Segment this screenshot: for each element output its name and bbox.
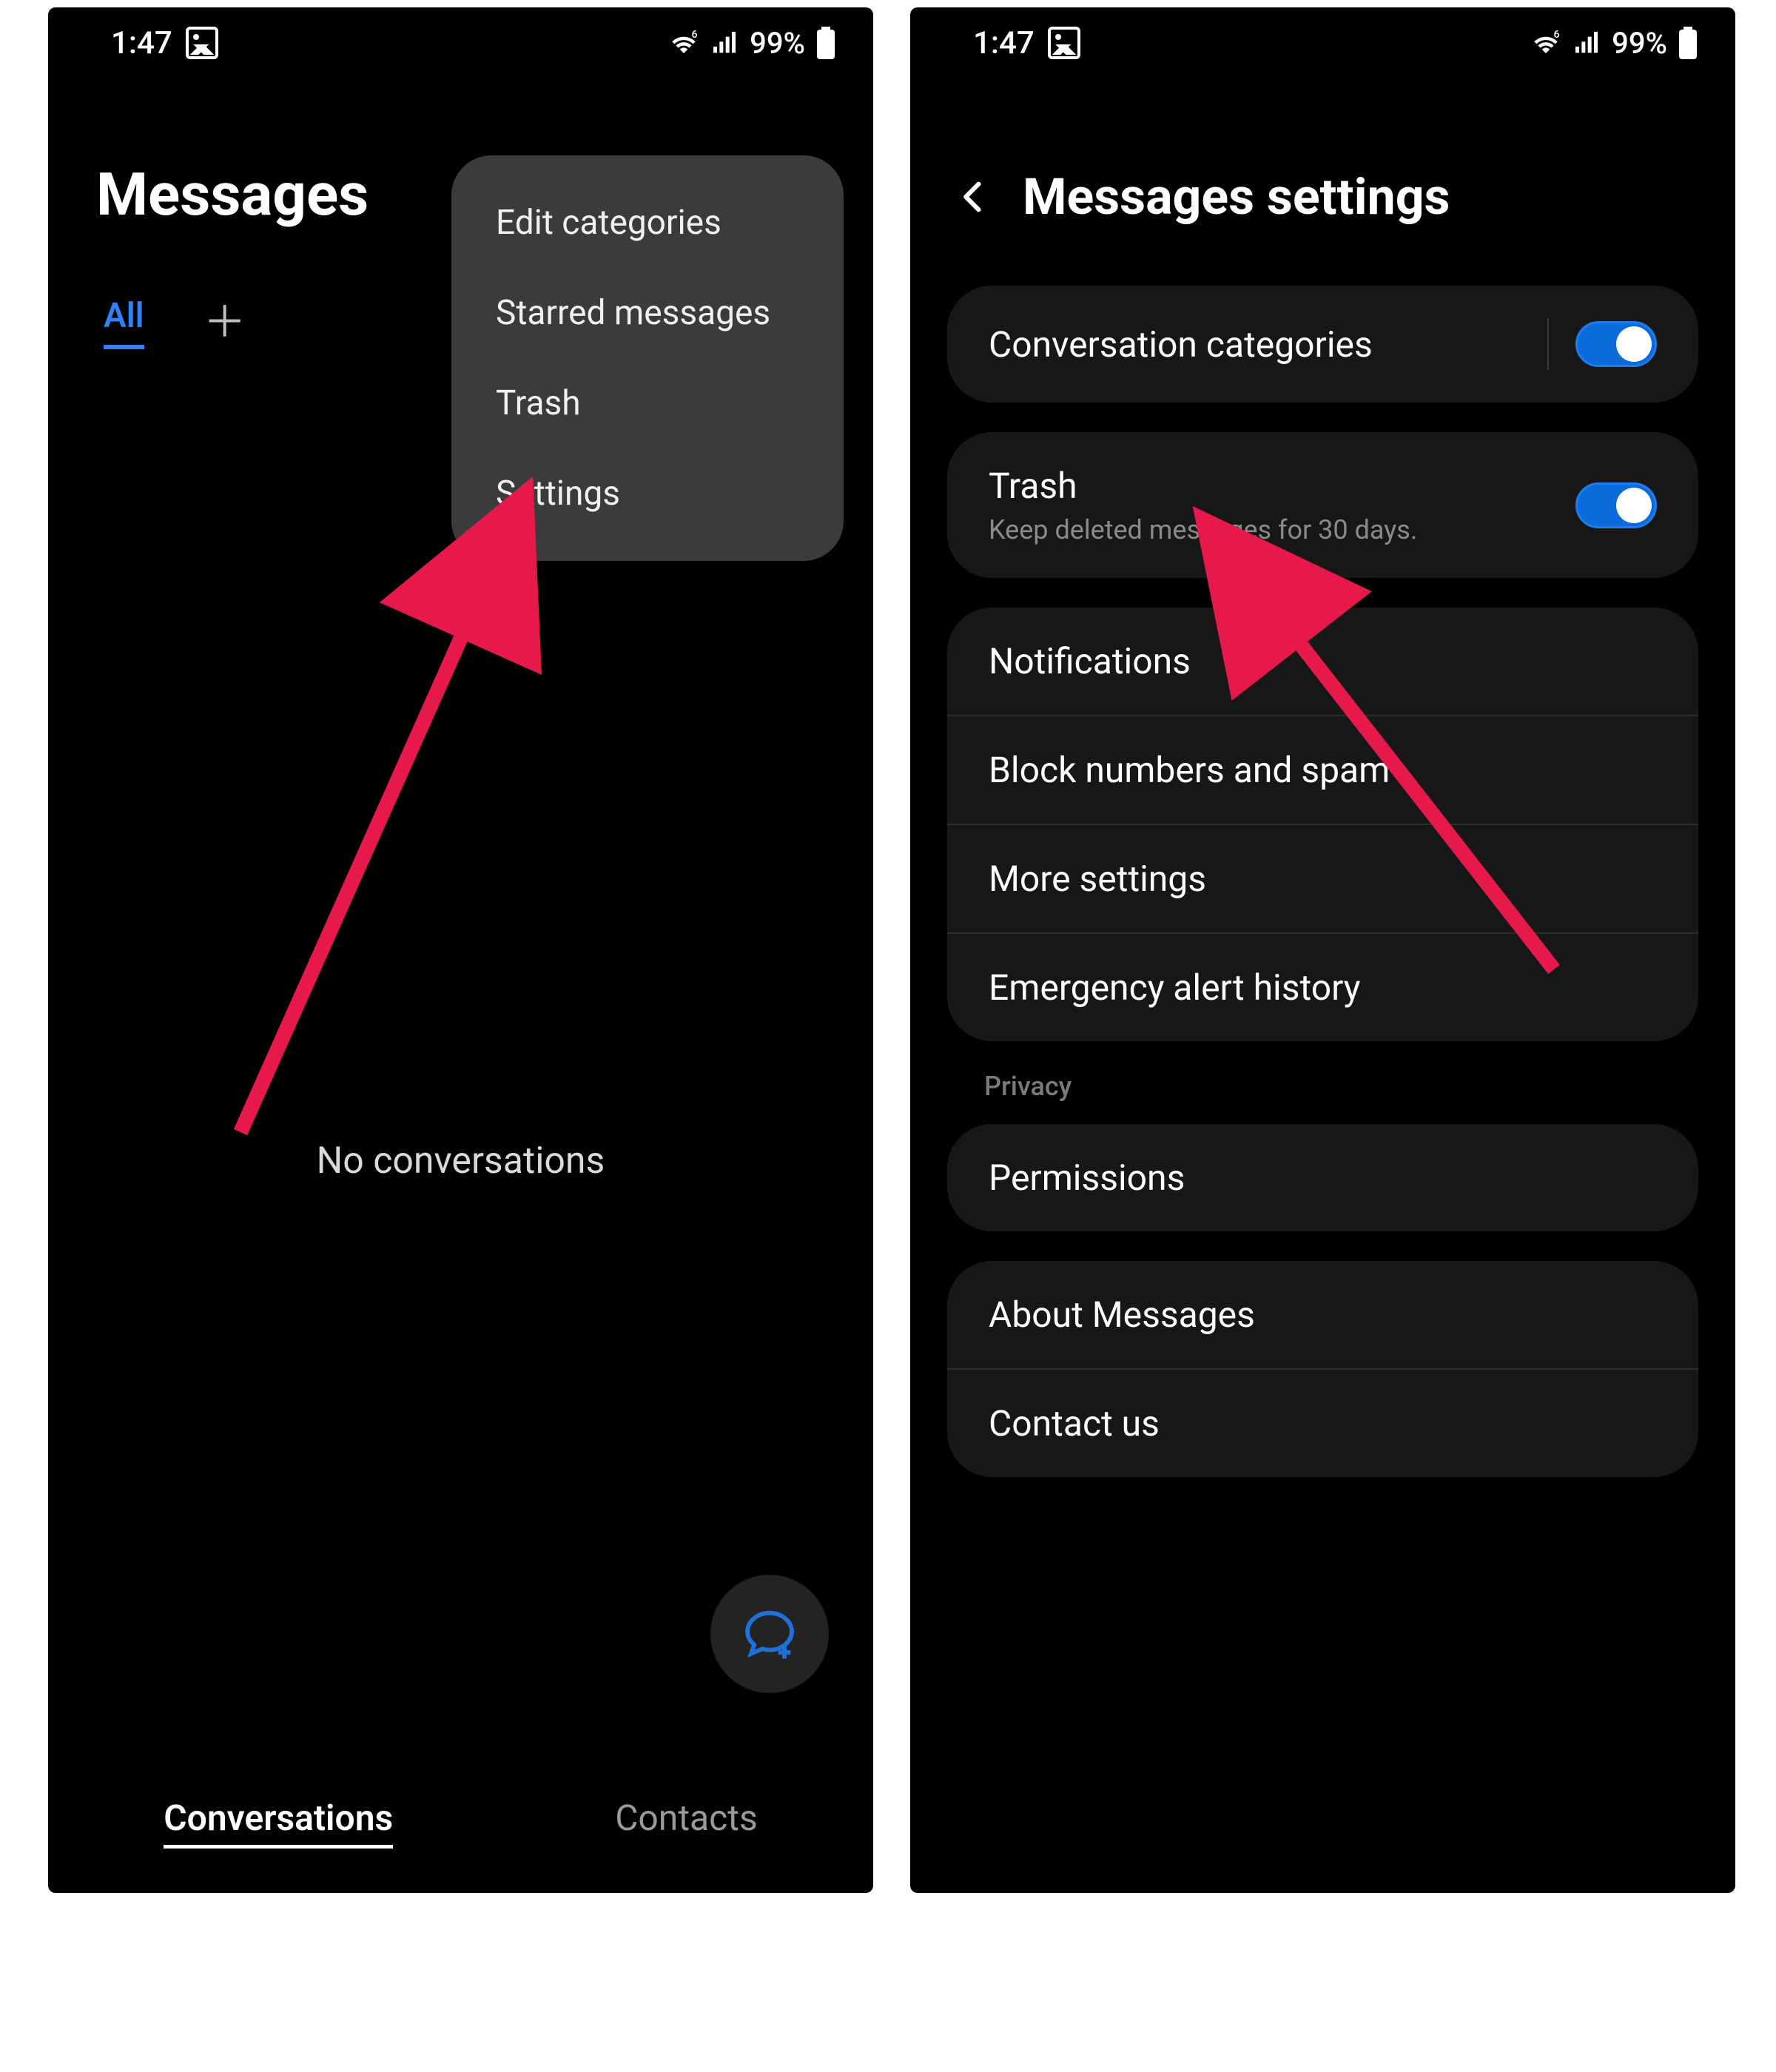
row-label: More settings	[989, 858, 1657, 900]
row-permissions[interactable]: Permissions	[947, 1124, 1698, 1231]
menu-starred-messages[interactable]: Starred messages	[451, 268, 844, 358]
svg-text:6: 6	[1554, 29, 1560, 41]
row-label: Trash	[989, 465, 1575, 507]
row-label: About Messages	[989, 1294, 1657, 1336]
row-label: Block numbers and spam	[989, 749, 1657, 791]
row-label: Notifications	[989, 640, 1657, 682]
settings-header: Messages settings	[910, 78, 1735, 226]
status-time: 1:47	[111, 25, 172, 61]
row-notifications[interactable]: Notifications	[947, 608, 1698, 715]
row-sublabel: Keep deleted messages for 30 days.	[989, 514, 1575, 545]
row-label: Conversation categories	[989, 323, 1533, 366]
status-battery-pct: 99%	[750, 26, 805, 61]
row-trash[interactable]: Trash Keep deleted messages for 30 days.	[947, 432, 1698, 578]
card-trash: Trash Keep deleted messages for 30 days.	[947, 432, 1698, 578]
tab-all[interactable]: All	[104, 296, 144, 349]
status-right: 6 99%	[1530, 26, 1698, 61]
empty-state-text: No conversations	[48, 1140, 873, 1183]
card-privacy: Permissions	[947, 1124, 1698, 1231]
messages-app-screenshot: 1:47 6 99%	[48, 7, 873, 1893]
picture-icon	[186, 27, 218, 59]
bottom-nav: Conversations Contacts	[48, 1797, 873, 1849]
card-general: Notifications Block numbers and spam Mor…	[947, 608, 1698, 1041]
svg-text:6: 6	[692, 29, 698, 41]
signal-icon	[710, 28, 739, 58]
battery-icon	[815, 27, 836, 59]
signal-icon	[1572, 28, 1601, 58]
menu-edit-categories[interactable]: Edit categories	[451, 178, 844, 268]
status-bar: 1:47 6 99%	[48, 7, 873, 78]
status-right: 6 99%	[668, 26, 836, 61]
status-bar: 1:47 6 99%	[910, 7, 1735, 78]
row-about-messages[interactable]: About Messages	[947, 1261, 1698, 1368]
menu-settings[interactable]: Settings	[451, 448, 844, 539]
row-block-numbers[interactable]: Block numbers and spam	[947, 715, 1698, 824]
back-icon[interactable]	[955, 178, 993, 216]
messages-settings-screenshot: 1:47 6 99%	[910, 7, 1735, 1893]
toggle-trash[interactable]	[1575, 482, 1657, 528]
row-more-settings[interactable]: More settings	[947, 824, 1698, 932]
card-conversation-categories: Conversation categories	[947, 286, 1698, 403]
nav-contacts[interactable]: Contacts	[615, 1797, 758, 1849]
add-category-icon[interactable]: ＋	[204, 301, 246, 344]
nav-conversations[interactable]: Conversations	[164, 1797, 393, 1849]
row-label: Contact us	[989, 1402, 1657, 1444]
status-battery-pct: 99%	[1612, 26, 1667, 61]
wifi-icon: 6	[668, 27, 699, 58]
compose-fab[interactable]	[710, 1575, 829, 1693]
row-emergency-alerts[interactable]: Emergency alert history	[947, 932, 1698, 1041]
divider	[1547, 318, 1549, 370]
wifi-icon: 6	[1530, 27, 1561, 58]
toggle-conversation-categories[interactable]	[1575, 321, 1657, 367]
status-time: 1:47	[973, 25, 1035, 61]
settings-title: Messages settings	[1023, 167, 1450, 226]
overflow-menu: Edit categories Starred messages Trash S…	[451, 155, 844, 561]
row-contact-us[interactable]: Contact us	[947, 1368, 1698, 1477]
compose-icon	[740, 1604, 799, 1664]
row-label: Emergency alert history	[989, 966, 1657, 1009]
section-label-privacy: Privacy	[984, 1071, 1735, 1102]
battery-icon	[1678, 27, 1698, 59]
row-label: Permissions	[989, 1157, 1657, 1199]
menu-trash[interactable]: Trash	[451, 358, 844, 448]
card-about: About Messages Contact us	[947, 1261, 1698, 1477]
picture-icon	[1048, 27, 1080, 59]
row-conversation-categories[interactable]: Conversation categories	[947, 286, 1698, 403]
